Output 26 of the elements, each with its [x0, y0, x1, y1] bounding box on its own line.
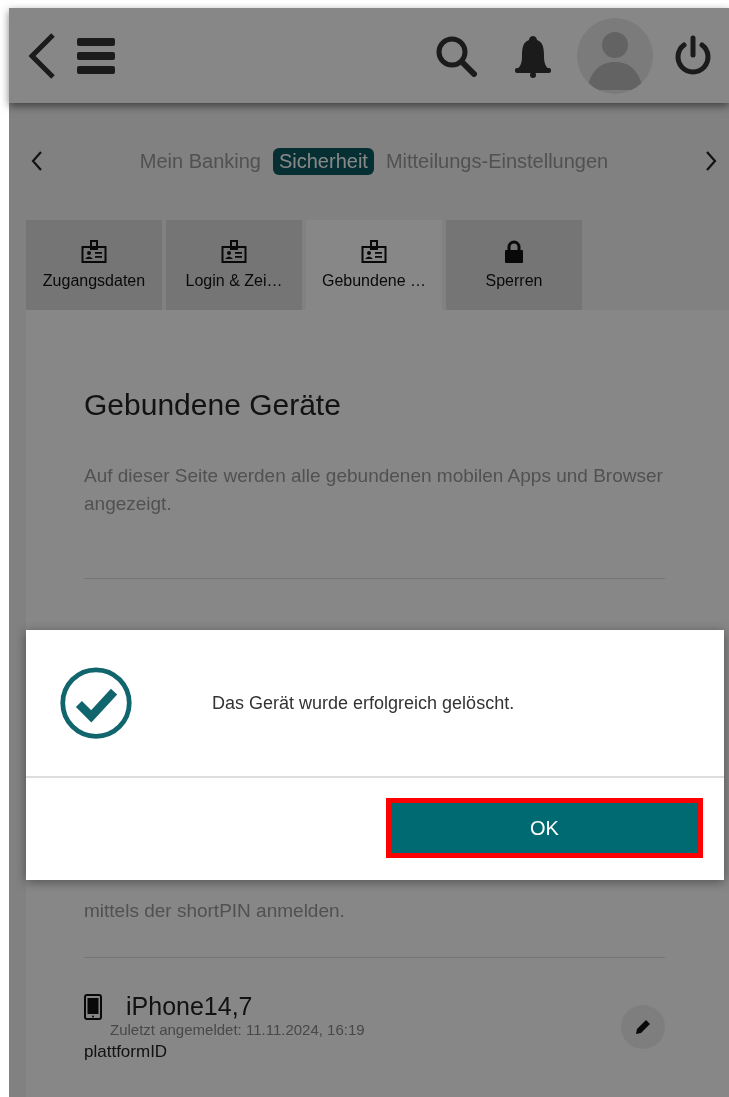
tab[interactable]: Zugangsdaten	[26, 220, 162, 310]
lock-icon	[504, 240, 524, 264]
nav-tab[interactable]: Sicherheit	[272, 147, 374, 175]
bell-icon[interactable]	[513, 33, 553, 78]
back-icon[interactable]	[27, 31, 57, 80]
id-card-icon	[221, 240, 247, 264]
id-card-icon	[361, 240, 387, 264]
search-icon[interactable]	[435, 34, 477, 77]
platform-text: plattformID	[84, 1042, 169, 1062]
tab[interactable]: Login & Zei…	[166, 220, 302, 310]
menu-icon[interactable]	[77, 37, 115, 74]
dialog-message: Das Gerät wurde erfolgreich gelöscht.	[212, 692, 515, 714]
tab[interactable]: Gebundene …	[306, 220, 442, 310]
last-login-text: Zuletzt angemeldet: 11.11.2024, 16:19	[110, 1021, 366, 1038]
phone-icon	[84, 993, 102, 1020]
edit-button[interactable]	[621, 1005, 665, 1049]
section-title: Gebundene Geräte	[84, 388, 342, 422]
power-icon[interactable]	[673, 34, 713, 77]
pencil-icon	[633, 1017, 653, 1037]
chevron-right-icon[interactable]	[705, 150, 717, 172]
chevron-left-icon[interactable]	[31, 150, 43, 172]
id-card-icon	[81, 240, 107, 264]
device-name: iPhone14,7	[126, 992, 253, 1021]
ok-button[interactable]: OK	[391, 803, 698, 853]
checkmark-icon	[58, 665, 134, 741]
tab[interactable]: Sperren	[446, 220, 582, 310]
